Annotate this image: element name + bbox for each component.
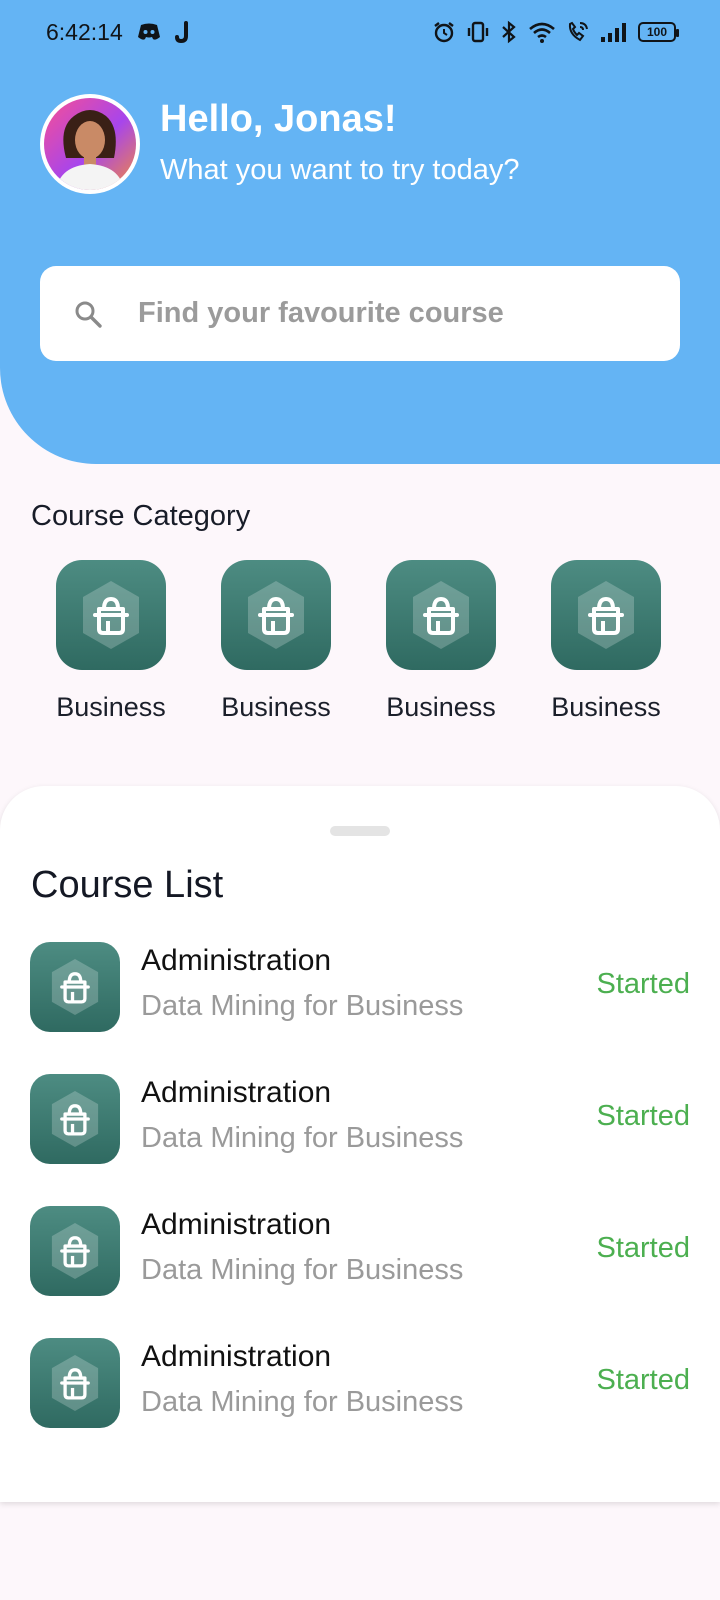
greeting-title: Hello, Jonas! [160, 98, 397, 140]
course-thumb [30, 1338, 120, 1428]
course-title: Administration [141, 1340, 332, 1373]
wifi-calling-icon [566, 20, 590, 44]
battery-icon: 100 [638, 22, 679, 42]
course-subtitle: Data Mining for Business [141, 1122, 464, 1154]
course-thumb [30, 1074, 120, 1164]
course-title: Administration [141, 944, 332, 977]
course-list-item[interactable]: Administration Data Mining for Business … [0, 1198, 720, 1298]
signal-icon [600, 21, 628, 43]
course-status: Started [596, 1232, 691, 1264]
basket-icon [83, 581, 139, 649]
course-status: Started [596, 1364, 691, 1396]
category-label: Business [56, 692, 166, 722]
greeting-subtitle: What you want to try today? [160, 154, 520, 186]
category-tile [551, 560, 661, 670]
course-status: Started [596, 968, 691, 1000]
battery-level: 100 [646, 25, 668, 39]
course-subtitle: Data Mining for Business [141, 990, 464, 1022]
basket-icon [51, 1090, 99, 1148]
basket-icon [51, 1222, 99, 1280]
status-bar: 6:42:14 100 [0, 0, 720, 64]
basket-icon [51, 958, 99, 1016]
category-label: Business [386, 692, 496, 722]
basket-icon [51, 1354, 99, 1412]
course-list-sheet: Course List Administration Data Mining f… [0, 786, 720, 1502]
course-subtitle: Data Mining for Business [141, 1386, 464, 1418]
category-tile [221, 560, 331, 670]
category-tile [386, 560, 496, 670]
basket-icon [578, 581, 634, 649]
basket-icon [248, 581, 304, 649]
j-app-icon [174, 21, 191, 43]
category-row: Business Business Business Business [0, 560, 720, 730]
status-time: 6:42:14 [46, 18, 123, 45]
course-thumb [30, 1206, 120, 1296]
category-item[interactable]: Business [196, 560, 356, 723]
category-item[interactable]: Business [526, 560, 686, 723]
category-tile [56, 560, 166, 670]
basket-icon [413, 581, 469, 649]
vibrate-icon [466, 20, 490, 44]
search-icon [72, 298, 104, 330]
course-title: Administration [141, 1208, 332, 1241]
course-category-title: Course Category [31, 500, 251, 532]
course-list-item[interactable]: Administration Data Mining for Business … [0, 1066, 720, 1166]
avatar[interactable] [40, 94, 140, 194]
search-input[interactable] [138, 297, 658, 330]
course-subtitle: Data Mining for Business [141, 1254, 464, 1286]
alarm-icon [432, 20, 456, 44]
course-list-item[interactable]: Administration Data Mining for Business … [0, 934, 720, 1034]
category-item[interactable]: Business [31, 560, 191, 723]
course-thumb [30, 942, 120, 1032]
wifi-icon [528, 20, 556, 44]
course-list-item[interactable]: Administration Data Mining for Business … [0, 1330, 720, 1430]
discord-icon [137, 22, 161, 42]
bluetooth-icon [500, 20, 518, 44]
course-title: Administration [141, 1076, 332, 1109]
category-item[interactable]: Business [361, 560, 521, 723]
search-bar[interactable] [40, 266, 680, 361]
course-list-title: Course List [31, 864, 224, 906]
avatar-photo [44, 98, 136, 190]
category-label: Business [551, 692, 661, 722]
sheet-drag-handle[interactable] [330, 826, 390, 836]
course-status: Started [596, 1100, 691, 1132]
header-banner [0, 0, 720, 464]
category-label: Business [221, 692, 331, 722]
